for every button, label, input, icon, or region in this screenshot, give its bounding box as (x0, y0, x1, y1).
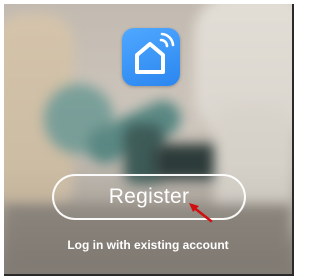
register-button-label: Register (108, 185, 190, 208)
login-existing-account-link[interactable]: Log in with existing account (4, 238, 292, 252)
smart-home-app-icon (122, 28, 180, 86)
register-button[interactable]: Register (52, 174, 246, 220)
red-arrow-pointer-icon (189, 203, 213, 223)
house-wifi-icon (135, 32, 175, 74)
welcome-screen: Register Log in with existing account (4, 4, 294, 276)
